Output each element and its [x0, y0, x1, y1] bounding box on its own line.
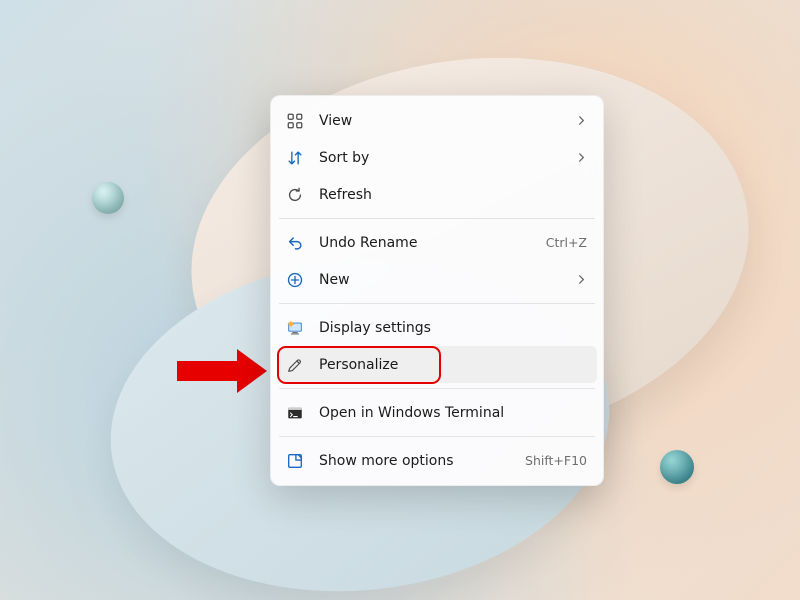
menu-item-shortcut: Ctrl+Z: [546, 235, 587, 250]
decorative-sphere: [92, 182, 124, 214]
menu-item-label: View: [319, 113, 576, 129]
terminal-icon: [285, 403, 305, 423]
undo-icon: [285, 233, 305, 253]
menu-item-label: Refresh: [319, 187, 587, 203]
display-icon: [285, 318, 305, 338]
grid-icon: [285, 111, 305, 131]
menu-item-label: Display settings: [319, 320, 587, 336]
menu-item-show-more-options[interactable]: Show more options Shift+F10: [277, 442, 597, 479]
menu-item-refresh[interactable]: Refresh: [277, 176, 597, 213]
desktop-background[interactable]: View Sort by Refresh Undo Rename Ctrl+Z New Di…: [0, 0, 800, 600]
menu-item-label: Show more options: [319, 453, 517, 469]
refresh-icon: [285, 185, 305, 205]
menu-item-personalize[interactable]: Personalize: [277, 346, 597, 383]
desktop-context-menu: View Sort by Refresh Undo Rename Ctrl+Z New Di…: [270, 95, 604, 486]
chevron-right-icon: [576, 115, 587, 126]
new-icon: [285, 270, 305, 290]
menu-item-label: Undo Rename: [319, 235, 538, 251]
decorative-sphere: [660, 450, 694, 484]
chevron-right-icon: [576, 274, 587, 285]
menu-item-sort-by[interactable]: Sort by: [277, 139, 597, 176]
menu-item-undo-rename[interactable]: Undo Rename Ctrl+Z: [277, 224, 597, 261]
more-options-icon: [285, 451, 305, 471]
menu-separator: [279, 303, 595, 304]
menu-item-display-settings[interactable]: Display settings: [277, 309, 597, 346]
menu-item-shortcut: Shift+F10: [525, 453, 587, 468]
menu-item-label: Open in Windows Terminal: [319, 405, 587, 421]
chevron-right-icon: [576, 152, 587, 163]
annotation-arrow: [177, 349, 267, 393]
menu-item-open-in-windows-terminal[interactable]: Open in Windows Terminal: [277, 394, 597, 431]
menu-separator: [279, 218, 595, 219]
menu-item-view[interactable]: View: [277, 102, 597, 139]
menu-separator: [279, 388, 595, 389]
sort-icon: [285, 148, 305, 168]
personalize-icon: [285, 355, 305, 375]
menu-separator: [279, 436, 595, 437]
menu-item-label: Sort by: [319, 150, 576, 166]
menu-item-label: New: [319, 272, 576, 288]
menu-item-new[interactable]: New: [277, 261, 597, 298]
menu-item-label: Personalize: [319, 357, 587, 373]
